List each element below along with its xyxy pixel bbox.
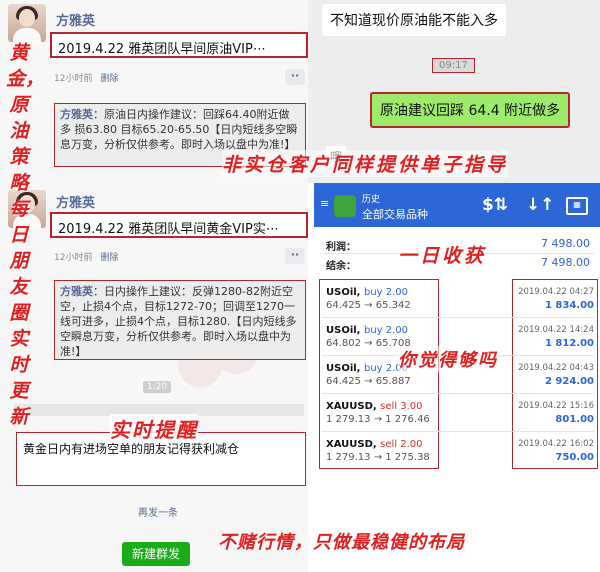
- time-separator: 1:20: [143, 381, 172, 393]
- order-date: 2019.04.22 04:27: [518, 287, 594, 297]
- resend-link[interactable]: 再发一条: [138, 504, 178, 519]
- order-side: sell 2.00: [380, 439, 423, 450]
- profit-label: 利润：: [326, 242, 356, 253]
- chat-timestamp: 09:17: [432, 58, 475, 73]
- order-prices: 1 279.13 → 1 276.46: [326, 414, 430, 425]
- app-logo-icon: [334, 195, 356, 217]
- outgoing-message: 原油建议回踩 64.4 附近做多: [370, 92, 571, 128]
- no-gamble-caption: 不赌行情，只做最稳健的布局: [218, 532, 465, 553]
- more-options-button[interactable]: ··: [285, 248, 305, 264]
- order-symbol: USOil, buy 2.00: [326, 325, 409, 336]
- post-time: 12小时前: [54, 74, 93, 84]
- order-side: buy 2.00: [363, 325, 409, 336]
- incoming-message: 不知道现价原油能不能入多: [322, 4, 506, 36]
- one-day-gain-caption: 一日收获: [398, 241, 487, 268]
- app-header: ≡ 历史 全部交易品种 $⇅ ↓↑ ▦: [314, 183, 600, 227]
- vertical-caption: 黄金，原油策略每日朋友圈实时更新: [6, 42, 45, 428]
- order-date: 2019.04.22 04:43: [518, 363, 594, 373]
- comment-box: 方雅英：日内操作上建议：反弹1280-82附近空空，止损4个点，目标1272-7…: [54, 280, 306, 360]
- avatar[interactable]: [8, 4, 46, 42]
- comment-author[interactable]: 方雅英: [60, 108, 93, 121]
- sort-icon[interactable]: ↓↑: [526, 195, 555, 215]
- header-title: 历史: [362, 195, 381, 205]
- delete-link[interactable]: 删除: [100, 253, 118, 263]
- order-symbol: USOil, buy 2.00: [326, 363, 409, 374]
- menu-icon[interactable]: ≡: [320, 197, 329, 210]
- delete-link[interactable]: 删除: [100, 74, 118, 84]
- order-side: sell 3.00: [380, 401, 423, 412]
- order-pnl: 1 812.00: [544, 338, 594, 349]
- new-group-button[interactable]: 新建群发: [122, 542, 190, 566]
- exchange-icon[interactable]: $⇅: [482, 195, 508, 215]
- order-prices: 1 279.13 → 1 275.38: [326, 452, 430, 463]
- enough-caption: 你觉得够吗: [398, 346, 498, 372]
- order-date: 2019.04.22 16:02: [518, 439, 594, 449]
- header-subtitle[interactable]: 全部交易品种: [362, 206, 428, 222]
- post-link-card[interactable]: 2019.4.22 雅英团队早间原油VIP⋯: [50, 32, 308, 58]
- post-link-card[interactable]: 2019.4.22 雅英团队早间黄金VIP实⋯: [50, 212, 308, 238]
- order-pnl: 2 924.00: [544, 376, 594, 387]
- order-date: 2019.04.22 15:16: [518, 401, 594, 411]
- order-prices: 64.425 → 65.342: [326, 300, 411, 311]
- more-options-button[interactable]: ··: [285, 69, 305, 85]
- order-pnl: 1 834.00: [544, 300, 594, 311]
- balance-value: 7 498.00: [541, 256, 590, 269]
- realtime-caption: 实时提醒: [110, 414, 198, 443]
- order-prices: 64.425 → 65.887: [326, 376, 411, 387]
- order-pnl: 801.00: [555, 414, 594, 425]
- non-real-caption: 非实仓客户同样提供单子指导: [222, 150, 509, 177]
- order-symbol: XAUUSD, sell 3.00: [326, 401, 423, 412]
- order-symbol: XAUUSD, sell 2.00: [326, 439, 423, 450]
- order-side: buy 2.00: [363, 287, 409, 298]
- order-pnl: 750.00: [555, 452, 594, 463]
- post-author[interactable]: 方雅英: [56, 192, 95, 211]
- order-symbol: USOil, buy 2.00: [326, 287, 409, 298]
- post-author[interactable]: 方雅英: [56, 10, 95, 29]
- comment-author[interactable]: 方雅英: [60, 285, 93, 298]
- post-time: 12小时前: [54, 253, 93, 263]
- balance-label: 结余：: [326, 261, 356, 272]
- post-meta: 12小时前 删除: [54, 250, 118, 263]
- post-meta: 12小时前 删除: [54, 71, 118, 84]
- calendar-icon[interactable]: ▦: [566, 197, 588, 215]
- moments-panel: ✿ 方雅英 2019.4.22 雅英团队早间原油VIP⋯ 12小时前删除 ·· …: [0, 0, 308, 572]
- trade-history-app: ≡ 历史 全部交易品种 $⇅ ↓↑ ▦ 利润： 7 498.00 结余： 7 4…: [314, 183, 600, 500]
- profit-value: 7 498.00: [541, 237, 590, 250]
- order-date: 2019.04.22 14:24: [518, 325, 594, 335]
